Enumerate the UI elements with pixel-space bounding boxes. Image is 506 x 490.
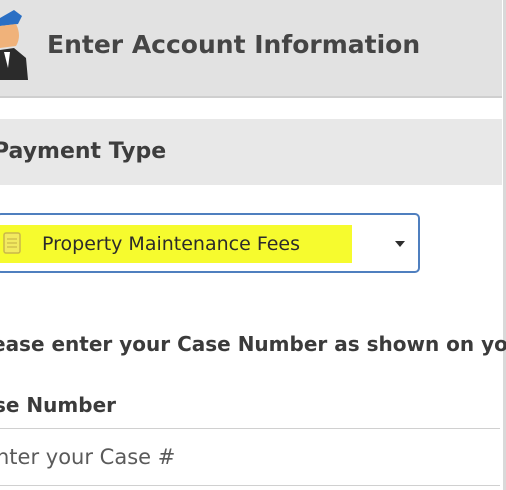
document-icon	[3, 232, 21, 254]
payment-type-heading: Payment Type	[0, 139, 167, 164]
case-number-label: se Number	[0, 393, 116, 417]
page-header: Enter Account Information	[0, 0, 502, 98]
user-avatar-icon	[0, 10, 28, 80]
case-number-instruction: ease enter your Case Number as shown on …	[0, 332, 506, 356]
case-number-input[interactable]	[0, 428, 500, 486]
payment-type-select[interactable]: Property Maintenance Fees	[0, 213, 420, 273]
payment-type-value: Property Maintenance Fees	[42, 233, 301, 255]
page-title: Enter Account Information	[47, 30, 421, 59]
chevron-down-icon[interactable]	[395, 241, 405, 247]
